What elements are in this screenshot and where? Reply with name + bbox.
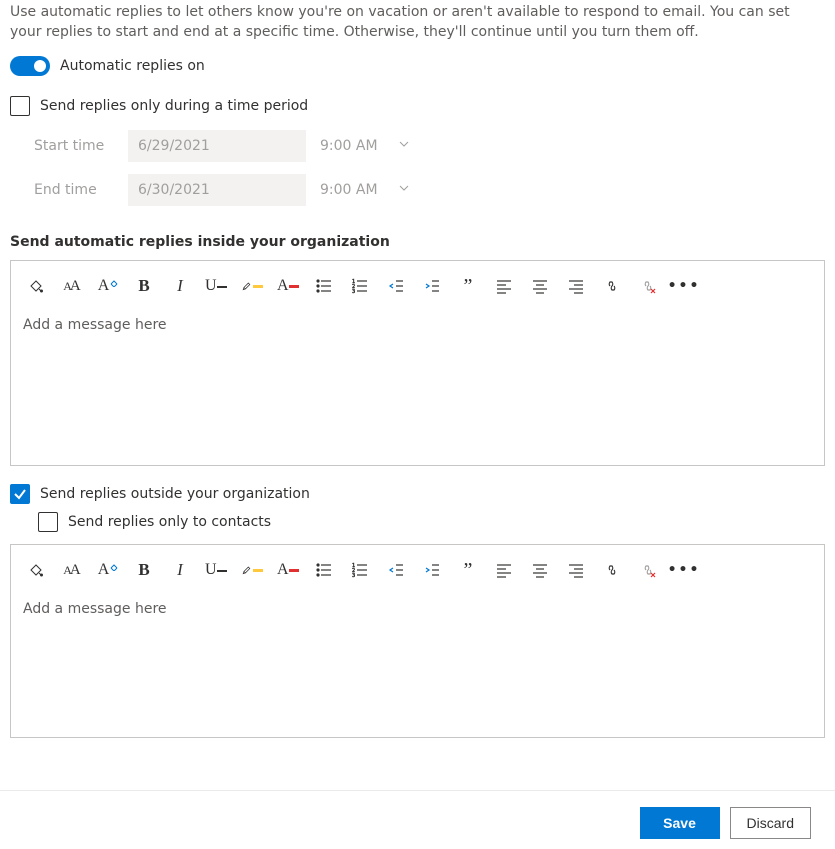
contacts-checkbox-label[interactable]: Send replies only to contacts — [68, 514, 271, 530]
font-size-icon[interactable]: A — [97, 559, 119, 581]
highlight-icon[interactable] — [241, 559, 263, 581]
inside-toolbar: AA A B I U A 123 ” ••• — [11, 261, 824, 301]
align-right-icon[interactable] — [565, 275, 587, 297]
paint-format-icon[interactable] — [25, 275, 47, 297]
underline-button[interactable]: U — [205, 275, 227, 297]
outside-checkbox-row: Send replies outside your organization — [10, 484, 825, 504]
inside-org-title: Send automatic replies inside your organ… — [10, 234, 825, 250]
start-time-row: Start time 6/29/2021 9:00 AM — [34, 130, 825, 162]
insert-link-icon[interactable] — [601, 275, 623, 297]
align-right-icon[interactable] — [565, 559, 587, 581]
font-name-icon[interactable]: AA — [61, 275, 83, 297]
save-button[interactable]: Save — [640, 807, 720, 839]
time-period-checkbox[interactable] — [10, 96, 30, 116]
end-time-row: End time 6/30/2021 9:00 AM — [34, 174, 825, 206]
end-time-select[interactable]: 9:00 AM — [320, 182, 410, 198]
outdent-icon[interactable] — [385, 559, 407, 581]
bulleted-list-icon[interactable] — [313, 559, 335, 581]
start-time-select[interactable]: 9:00 AM — [320, 138, 410, 154]
start-time-label: Start time — [34, 138, 128, 154]
contacts-checkbox[interactable] — [38, 512, 58, 532]
outside-checkbox[interactable] — [10, 484, 30, 504]
align-left-icon[interactable] — [493, 559, 515, 581]
time-period-checkbox-label[interactable]: Send replies only during a time period — [40, 98, 308, 114]
font-size-icon[interactable]: A — [97, 275, 119, 297]
insert-link-icon[interactable] — [601, 559, 623, 581]
time-period-checkbox-row: Send replies only during a time period — [10, 96, 825, 116]
underline-button[interactable]: U — [205, 559, 227, 581]
outside-options: Send replies outside your organization S… — [10, 484, 825, 532]
discard-button[interactable]: Discard — [730, 807, 811, 839]
bulleted-list-icon[interactable] — [313, 275, 335, 297]
font-color-button[interactable]: A — [277, 559, 299, 581]
quote-button[interactable]: ” — [457, 559, 479, 581]
start-time-value: 9:00 AM — [320, 138, 378, 154]
outside-editor: AA A B I U A 123 ” ••• Add a message her… — [10, 544, 825, 738]
footer: Save Discard — [0, 790, 835, 849]
align-center-icon[interactable] — [529, 559, 551, 581]
font-name-icon[interactable]: AA — [61, 559, 83, 581]
italic-button[interactable]: I — [169, 559, 191, 581]
svg-text:3: 3 — [352, 289, 355, 294]
inside-editor: AA A B I U A 123 ” ••• Add a message her… — [10, 260, 825, 466]
end-date-value: 6/30/2021 — [138, 182, 210, 198]
font-color-button[interactable]: A — [277, 275, 299, 297]
end-date-field[interactable]: 6/30/2021 — [128, 174, 306, 206]
auto-replies-toggle[interactable] — [10, 56, 50, 76]
time-period-block: Start time 6/29/2021 9:00 AM End time 6/… — [34, 130, 825, 206]
quote-button[interactable]: ” — [457, 275, 479, 297]
italic-button[interactable]: I — [169, 275, 191, 297]
outside-editor-body[interactable]: Add a message here — [11, 585, 824, 737]
indent-icon[interactable] — [421, 559, 443, 581]
remove-link-icon[interactable] — [637, 559, 659, 581]
outside-toolbar: AA A B I U A 123 ” ••• — [11, 545, 824, 585]
start-date-field[interactable]: 6/29/2021 — [128, 130, 306, 162]
description-text: Use automatic replies to let others know… — [10, 2, 825, 42]
start-date-value: 6/29/2021 — [138, 138, 210, 154]
outdent-icon[interactable] — [385, 275, 407, 297]
numbered-list-icon[interactable]: 123 — [349, 275, 371, 297]
inside-editor-body[interactable]: Add a message here — [11, 301, 824, 465]
more-options-icon[interactable]: ••• — [673, 559, 695, 581]
bold-button[interactable]: B — [133, 275, 155, 297]
numbered-list-icon[interactable]: 123 — [349, 559, 371, 581]
svg-text:3: 3 — [352, 573, 355, 578]
auto-replies-toggle-label: Automatic replies on — [60, 58, 205, 74]
end-time-value: 9:00 AM — [320, 182, 378, 198]
chevron-down-icon — [398, 182, 410, 198]
remove-link-icon[interactable] — [637, 275, 659, 297]
more-options-icon[interactable]: ••• — [673, 275, 695, 297]
indent-icon[interactable] — [421, 275, 443, 297]
outside-checkbox-label[interactable]: Send replies outside your organization — [40, 486, 310, 502]
auto-replies-toggle-row: Automatic replies on — [10, 56, 825, 76]
end-time-label: End time — [34, 182, 128, 198]
chevron-down-icon — [398, 138, 410, 154]
contacts-checkbox-row: Send replies only to contacts — [38, 512, 825, 532]
bold-button[interactable]: B — [133, 559, 155, 581]
toggle-knob — [34, 60, 46, 72]
align-center-icon[interactable] — [529, 275, 551, 297]
paint-format-icon[interactable] — [25, 559, 47, 581]
align-left-icon[interactable] — [493, 275, 515, 297]
highlight-icon[interactable] — [241, 275, 263, 297]
